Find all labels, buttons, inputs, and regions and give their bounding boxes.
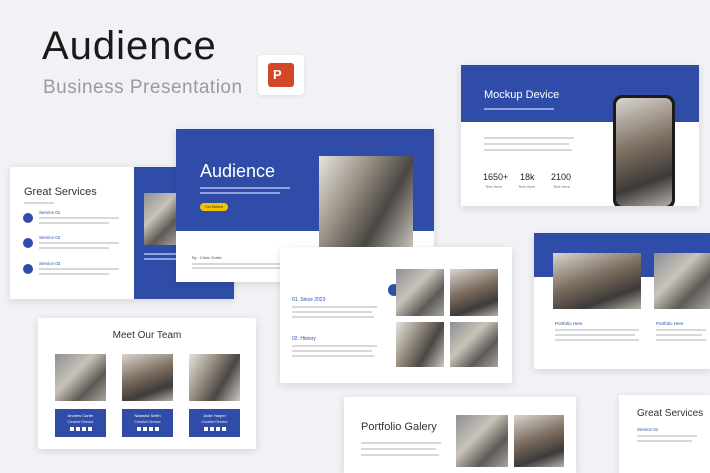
history-item-1: 01. Since 2023 [292, 297, 326, 303]
team-member-1-role: Creative Director [67, 420, 94, 424]
services-small-item: Service 01 [637, 427, 659, 432]
stat-3-label: Text Here [553, 184, 571, 189]
hero-photo [319, 156, 413, 251]
hero-byline: By : Cilsie Grafin [192, 255, 222, 260]
slide-portfolio-right[interactable]: Portfolio Here Portfolio Here [534, 233, 710, 369]
service-3-label: Service 03 [39, 261, 61, 266]
service-3-icon [23, 264, 33, 274]
mockup-title: Mockup Device [484, 89, 560, 101]
team-member-2-name: Natasha Smith [134, 413, 161, 418]
service-1-label: Service 01 [39, 210, 61, 215]
team-member-3-name: Jodie Harper [203, 413, 226, 418]
slide-mockup-device[interactable]: Mockup Device 1650+ Text Here 18k Text H… [461, 65, 699, 206]
service-2-icon [23, 238, 33, 248]
team-member-1-name: Andrew Carter [67, 413, 94, 418]
team-photo-1 [55, 354, 106, 401]
hero-slide-title: Audience [200, 161, 276, 181]
slide-meet-our-team[interactable]: Meet Our Team Andrew Carter Creative Dir… [38, 318, 256, 449]
slide-history[interactable]: 01. Since 2023 02. History [280, 247, 512, 383]
portfolio-item-1: Portfolio Here [555, 321, 583, 326]
team-photo-2 [122, 354, 173, 401]
powerpoint-icon-letter: P [273, 67, 282, 82]
service-1-icon [23, 213, 33, 223]
history-item-2: 02. History [292, 336, 316, 342]
hero-title: Audience [42, 24, 217, 68]
portfolio-galery-title: Portfolio Galery [361, 421, 437, 433]
portfolio-item-2: Portfolio Here [656, 321, 684, 326]
get-started-button[interactable]: Get Started [200, 203, 228, 211]
team-member-2-role: Creative Director [134, 420, 161, 424]
stat-2-label: Text Here [518, 184, 536, 189]
service-2-label: Service 02 [39, 235, 61, 240]
team-member-3-role: Creative Director [201, 420, 228, 424]
hero-subtitle: Business Presentation [43, 77, 243, 98]
stat-1-value: 1650+ [483, 172, 509, 182]
stat-3-value: 2100 [551, 172, 572, 182]
slide-portfolio-galery[interactable]: Portfolio Galery [344, 397, 576, 473]
stat-1-label: Text Here [485, 184, 503, 189]
team-title: Meet Our Team [112, 330, 182, 341]
team-photo-3 [189, 354, 240, 401]
stat-2-value: 18k [520, 172, 535, 182]
slide-great-services-small[interactable]: Great Services Service 01 [619, 395, 710, 473]
services-small-title: Great Services [637, 408, 704, 419]
powerpoint-icon: P [258, 55, 304, 95]
services-title: Great Services [24, 186, 97, 198]
phone-mockup [613, 95, 675, 206]
